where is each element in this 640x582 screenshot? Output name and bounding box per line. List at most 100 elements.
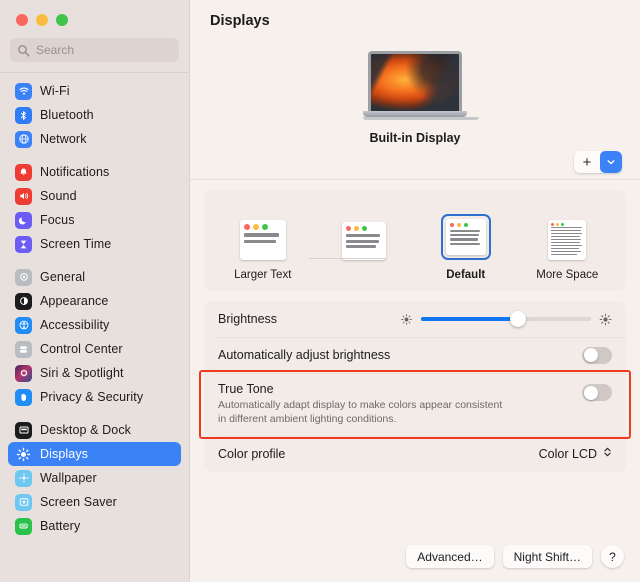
color-profile-popup[interactable]: Color LCD xyxy=(539,445,612,463)
sidebar-item-label: Control Center xyxy=(40,342,123,356)
sidebar-item-label: Focus xyxy=(40,213,75,227)
resolution-option-default[interactable]: Default xyxy=(420,202,512,281)
sidebar-item-siri-spotlight[interactable]: Siri & Spotlight xyxy=(8,361,181,385)
auto-brightness-row: Automatically adjust brightness xyxy=(204,337,626,373)
laptop-illustration[interactable] xyxy=(363,51,479,120)
laptop-foot xyxy=(363,117,479,120)
laptop-screen-wallpaper xyxy=(368,51,462,111)
sidebar-item-displays[interactable]: Displays xyxy=(8,442,181,466)
updown-chevron-icon xyxy=(603,445,612,463)
resolution-selection-ring xyxy=(440,214,491,260)
gear-icon xyxy=(15,268,32,286)
minimize-button[interactable] xyxy=(36,14,48,26)
contrast-icon xyxy=(15,292,32,310)
system-settings-window: Wi-Fi Bluetooth xyxy=(0,0,640,582)
hand-icon xyxy=(15,388,32,406)
add-display-control[interactable]: + xyxy=(574,151,622,173)
main-panel: Displays Built-in Display + Larger Text … xyxy=(190,0,640,582)
resolution-thumbnail xyxy=(342,222,387,260)
sidebar-item-label: Bluetooth xyxy=(40,108,94,122)
display-settings-card: Brightness Automatically adjust brightne… xyxy=(204,301,626,473)
sidebar-item-wallpaper[interactable]: Wallpaper xyxy=(8,466,181,490)
sidebar-item-control-center[interactable]: Control Center xyxy=(8,337,181,361)
resolution-thumbnail xyxy=(445,219,486,255)
sidebar-item-appearance[interactable]: Appearance xyxy=(8,289,181,313)
brightness-row: Brightness xyxy=(204,301,626,337)
sidebar-item-bluetooth[interactable]: Bluetooth xyxy=(8,103,181,127)
resolution-option-label: Default xyxy=(446,269,486,281)
close-button[interactable] xyxy=(16,14,28,26)
desktop-dock-icon xyxy=(15,421,32,439)
sidebar-item-focus[interactable]: Focus xyxy=(8,208,181,232)
resolution-option-more-space[interactable]: More Space xyxy=(521,202,613,281)
sidebar-item-label: Privacy & Security xyxy=(40,390,144,404)
brightness-track[interactable] xyxy=(421,311,591,327)
sidebar-item-general[interactable]: General xyxy=(8,265,181,289)
sidebar-item-screen-saver[interactable]: Screen Saver xyxy=(8,490,181,514)
sidebar-item-wi-fi[interactable]: Wi-Fi xyxy=(8,79,181,103)
page-title: Displays xyxy=(210,13,270,29)
resolution-option-label: More Space xyxy=(536,269,599,281)
sidebar-group-alerts: Notifications Sound Focus Screen Time xyxy=(8,160,181,256)
advanced-button[interactable]: Advanced… xyxy=(406,545,494,568)
search-icon xyxy=(17,44,30,57)
true-tone-toggle[interactable] xyxy=(582,384,612,401)
sidebar-item-screen-time[interactable]: Screen Time xyxy=(8,232,181,256)
sidebar-group-display: Desktop & Dock Displays Wallpaper Screen… xyxy=(8,418,181,538)
sidebar-item-label: Screen Time xyxy=(40,237,112,251)
auto-brightness-label: Automatically adjust brightness xyxy=(218,348,391,362)
brightness-slider[interactable] xyxy=(400,311,612,327)
sidebar-item-label: Desktop & Dock xyxy=(40,423,132,437)
sidebar-item-sound[interactable]: Sound xyxy=(8,184,181,208)
sidebar-item-network[interactable]: Network xyxy=(8,127,181,151)
resolution-thumbnail xyxy=(239,220,286,260)
color-profile-row: Color profile Color LCD xyxy=(204,436,626,472)
footer-buttons: Advanced… Night Shift… ? xyxy=(406,545,624,568)
true-tone-label: True Tone xyxy=(218,382,274,396)
color-profile-value: Color LCD xyxy=(538,447,597,462)
bluetooth-icon xyxy=(15,106,32,124)
brightness-high-icon xyxy=(599,313,612,326)
sidebar-item-privacy-security[interactable]: Privacy & Security xyxy=(8,385,181,409)
search-box[interactable] xyxy=(10,38,179,62)
night-shift-button[interactable]: Night Shift… xyxy=(502,545,592,568)
sidebar-group-system: General Appearance Accessibility Control… xyxy=(8,265,181,409)
sidebar-group-network: Wi-Fi Bluetooth Network xyxy=(8,79,181,151)
sidebar-item-label: Screen Saver xyxy=(40,495,117,509)
sidebar-item-desktop-dock[interactable]: Desktop & Dock xyxy=(8,418,181,442)
zoom-button[interactable] xyxy=(56,14,68,26)
sidebar-item-label: Displays xyxy=(40,447,89,461)
battery-icon xyxy=(15,517,32,535)
brightness-knob[interactable] xyxy=(509,311,526,327)
search-input[interactable] xyxy=(36,43,172,57)
screensaver-icon xyxy=(15,493,32,511)
resolution-options: Larger Text Default More Space xyxy=(212,202,618,281)
resolution-thumbnail xyxy=(548,220,587,260)
color-profile-label: Color profile xyxy=(218,447,286,462)
sidebar-nav: Wi-Fi Bluetooth Network Notifications So… xyxy=(0,79,189,538)
toggle-knob xyxy=(583,348,598,362)
add-display-button[interactable]: + xyxy=(574,151,600,173)
sidebar-item-label: Siri & Spotlight xyxy=(40,366,124,380)
speaker-icon xyxy=(15,187,32,205)
true-tone-description: Automatically adapt display to make colo… xyxy=(218,399,503,426)
display-preview-area: Built-in Display + xyxy=(190,29,640,179)
resolution-option-larger-text[interactable]: Larger Text xyxy=(217,202,309,281)
globe-icon xyxy=(15,130,32,148)
sidebar-item-accessibility[interactable]: Accessibility xyxy=(8,313,181,337)
sidebar-item-label: Wallpaper xyxy=(40,471,97,485)
help-button[interactable]: ? xyxy=(601,545,624,568)
sidebar-item-label: General xyxy=(40,270,86,284)
brightness-label: Brightness xyxy=(218,312,278,326)
display-name-label: Built-in Display xyxy=(369,131,461,145)
wallpaper-icon xyxy=(15,469,32,487)
sidebar: Wi-Fi Bluetooth xyxy=(0,0,190,582)
chevron-down-icon[interactable] xyxy=(600,151,622,173)
sidebar-item-label: Accessibility xyxy=(40,318,110,332)
sidebar-item-notifications[interactable]: Notifications xyxy=(8,160,181,184)
brightness-icon xyxy=(15,446,32,463)
auto-brightness-toggle[interactable] xyxy=(582,346,612,364)
sidebar-item-label: Battery xyxy=(40,519,81,533)
resolution-option-label: Larger Text xyxy=(234,269,292,281)
sidebar-item-battery[interactable]: Battery xyxy=(8,514,181,538)
